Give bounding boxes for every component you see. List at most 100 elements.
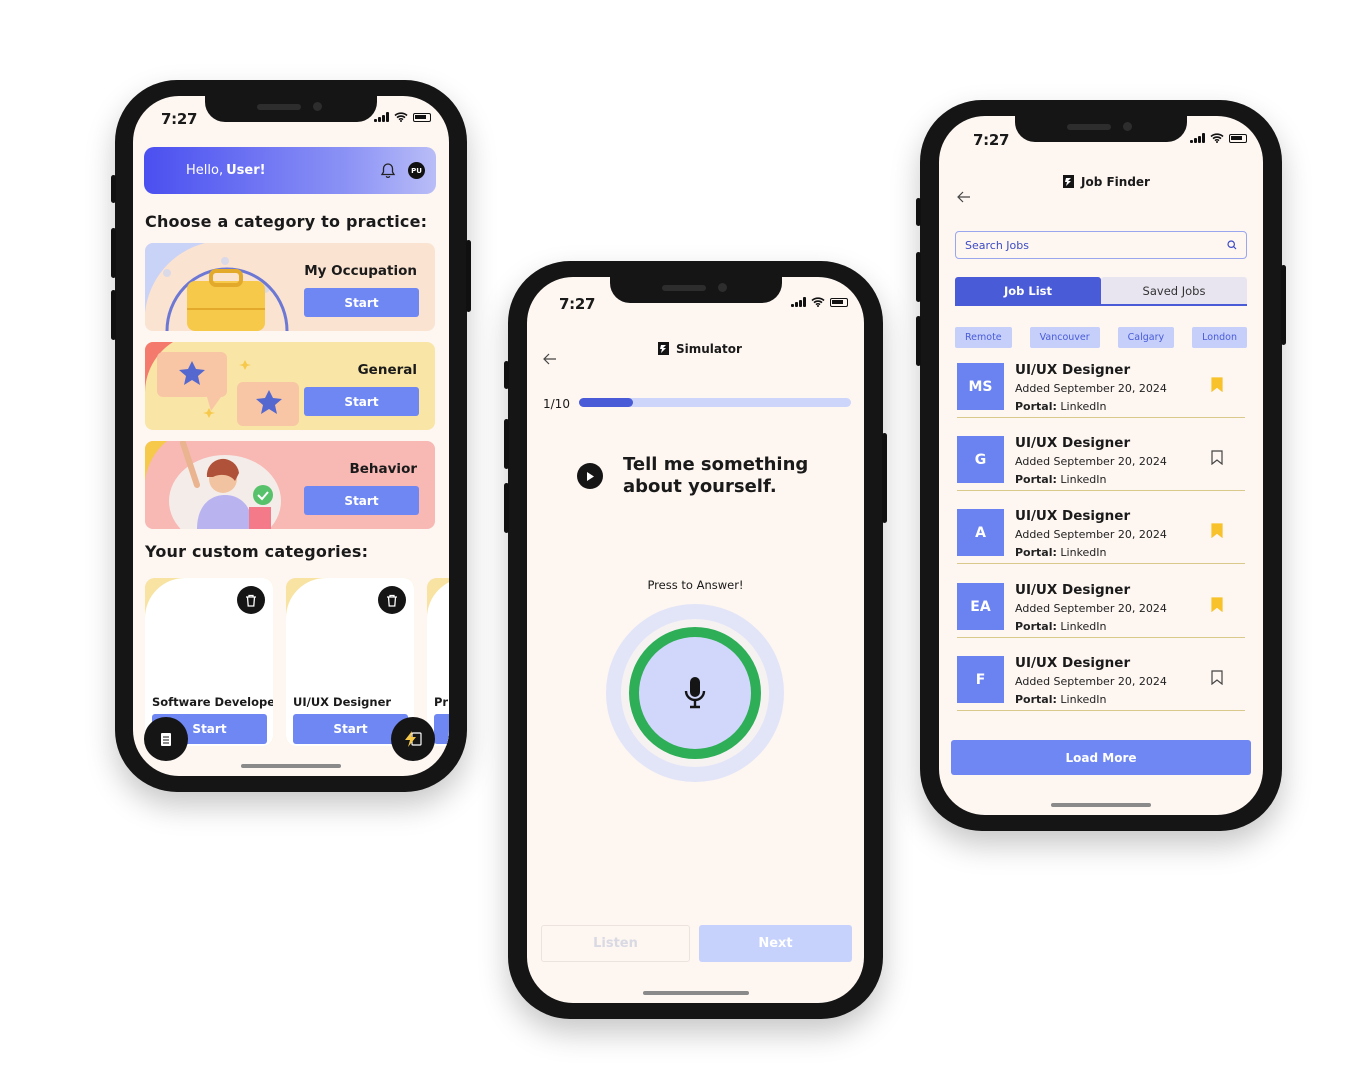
start-button[interactable]: Start [304, 387, 419, 416]
job-list-item[interactable]: F UI/UX Designer Added September 20, 2024 P… [957, 655, 1245, 711]
portal-label: Portal: [1015, 400, 1057, 413]
home-indicator [642, 991, 749, 995]
next-button[interactable]: Next [699, 925, 852, 962]
briefcase-illustration [145, 243, 305, 331]
company-logo: F [957, 656, 1004, 703]
job-date: Added September 20, 2024 [1015, 382, 1167, 395]
status-time: 7:27 [161, 110, 198, 128]
filter-chip-calgary[interactable]: Calgary [1117, 327, 1175, 348]
company-logo: G [957, 436, 1004, 483]
home-indicator [1051, 803, 1151, 807]
greeting-header: Hello, User! PU [144, 147, 436, 194]
job-title: UI/UX Designer [1015, 362, 1131, 378]
load-more-button[interactable]: Load More [951, 740, 1251, 775]
listen-button[interactable]: Listen [541, 925, 690, 962]
category-title: My Occupation [304, 263, 417, 279]
company-logo: EA [957, 583, 1004, 630]
job-title: UI/UX Designer [1015, 582, 1131, 598]
job-list-item[interactable]: EA UI/UX Designer Added September 20, 2024… [957, 582, 1245, 638]
phone-practice-categories: 7:27 Hello, User! PU Choose a category to… [111, 80, 471, 792]
job-portal: Portal: LinkedIn [1015, 620, 1107, 633]
bookmark-filled-icon[interactable] [1211, 523, 1223, 538]
avatar[interactable]: PU [408, 162, 425, 179]
back-arrow-icon[interactable] [543, 353, 557, 365]
delete-button[interactable] [378, 586, 406, 614]
tab-bar: Job List Saved Jobs [955, 277, 1247, 306]
job-date: Added September 20, 2024 [1015, 675, 1167, 688]
notes-fab[interactable] [144, 717, 188, 761]
play-question-button[interactable] [577, 463, 603, 489]
record-answer-button[interactable] [639, 637, 751, 749]
filter-chips: Remote Vancouver Calgary London [955, 327, 1247, 348]
wifi-icon [1210, 133, 1224, 143]
battery-icon [413, 112, 431, 122]
tab-job-list[interactable]: Job List [955, 277, 1101, 304]
app-title-text: Job Finder [1081, 174, 1150, 189]
battery-icon [1229, 133, 1247, 143]
back-arrow-icon[interactable] [957, 191, 971, 203]
portal-value: LinkedIn [1060, 473, 1107, 486]
custom-categories-heading: Your custom categories: [145, 542, 369, 561]
job-date: Added September 20, 2024 [1015, 455, 1167, 468]
notch [1015, 116, 1187, 142]
filter-chip-london[interactable]: London [1192, 327, 1247, 348]
start-button[interactable]: Start [304, 486, 419, 515]
bell-icon[interactable] [380, 162, 396, 179]
bookmark-icon[interactable] [1211, 450, 1223, 465]
portal-label: Portal: [1015, 473, 1057, 486]
job-list-item[interactable]: G UI/UX Designer Added September 20, 2024 P… [957, 435, 1245, 491]
category-card-general[interactable]: General Start [145, 342, 435, 430]
start-button[interactable] [434, 714, 449, 744]
delete-button[interactable] [237, 586, 265, 614]
greeting-text: Hello, [186, 163, 224, 178]
job-list-item[interactable]: A UI/UX Designer Added September 20, 2024 P… [957, 508, 1245, 564]
category-card-occupation[interactable]: My Occupation Start [145, 243, 435, 331]
app-logo-icon [658, 342, 669, 355]
custom-category-ui-ux-designer[interactable]: UI/UX Designer Start [286, 578, 414, 746]
custom-category-partial[interactable]: Pr [427, 578, 449, 746]
screen: 7:27 Job Finder Search Jobs Job List Sav… [939, 116, 1263, 815]
signal-icon [1190, 133, 1205, 143]
trash-icon [246, 594, 256, 607]
chat-stars-illustration [145, 342, 299, 426]
search-icon[interactable] [1227, 240, 1237, 250]
custom-category-title: Software Developer [152, 695, 273, 709]
job-portal: Portal: LinkedIn [1015, 400, 1107, 413]
portal-label: Portal: [1015, 693, 1057, 706]
battery-icon [830, 297, 848, 307]
custom-category-title: UI/UX Designer [293, 695, 392, 709]
screen: 7:27 Simulator 1/10 Tell me something ab… [527, 277, 864, 1003]
status-time: 7:27 [973, 131, 1010, 149]
start-button[interactable]: Start [304, 288, 419, 317]
app-title-text: Simulator [676, 341, 742, 356]
greeting-user: User! [226, 163, 266, 178]
notch [609, 277, 782, 303]
job-date: Added September 20, 2024 [1015, 602, 1167, 615]
progress-fill [579, 398, 634, 407]
category-card-behavior[interactable]: Behavior Start [145, 441, 435, 529]
category-title: General [357, 362, 417, 378]
question-text: Tell me something about yourself. [623, 454, 809, 497]
job-list-item[interactable]: MS UI/UX Designer Added September 20, 2024… [957, 362, 1245, 418]
screen: 7:27 Hello, User! PU Choose a category to… [133, 96, 449, 776]
bookmark-icon[interactable] [1211, 670, 1223, 685]
phone-simulator: 7:27 Simulator 1/10 Tell me something ab… [504, 261, 887, 1019]
bookmark-filled-icon[interactable] [1211, 597, 1223, 612]
company-logo: MS [957, 363, 1004, 410]
app-title: Simulator [657, 341, 742, 356]
bookmark-filled-icon[interactable] [1211, 377, 1223, 392]
filter-chip-remote[interactable]: Remote [955, 327, 1012, 348]
search-input[interactable]: Search Jobs [955, 231, 1247, 259]
press-to-answer-label: Press to Answer! [647, 578, 744, 592]
choose-category-heading: Choose a category to practice: [145, 212, 428, 231]
tab-saved-jobs[interactable]: Saved Jobs [1101, 277, 1247, 304]
portal-value: LinkedIn [1060, 546, 1107, 559]
lightning-icon [405, 731, 422, 747]
job-portal: Portal: LinkedIn [1015, 693, 1107, 706]
app-logo-icon [1063, 175, 1074, 188]
quick-action-fab[interactable] [391, 717, 435, 761]
phone-job-finder: 7:27 Job Finder Search Jobs Job List Sav… [916, 100, 1286, 831]
app-title: Job Finder [1062, 174, 1150, 189]
filter-chip-vancouver[interactable]: Vancouver [1029, 327, 1100, 348]
play-icon [587, 471, 594, 481]
